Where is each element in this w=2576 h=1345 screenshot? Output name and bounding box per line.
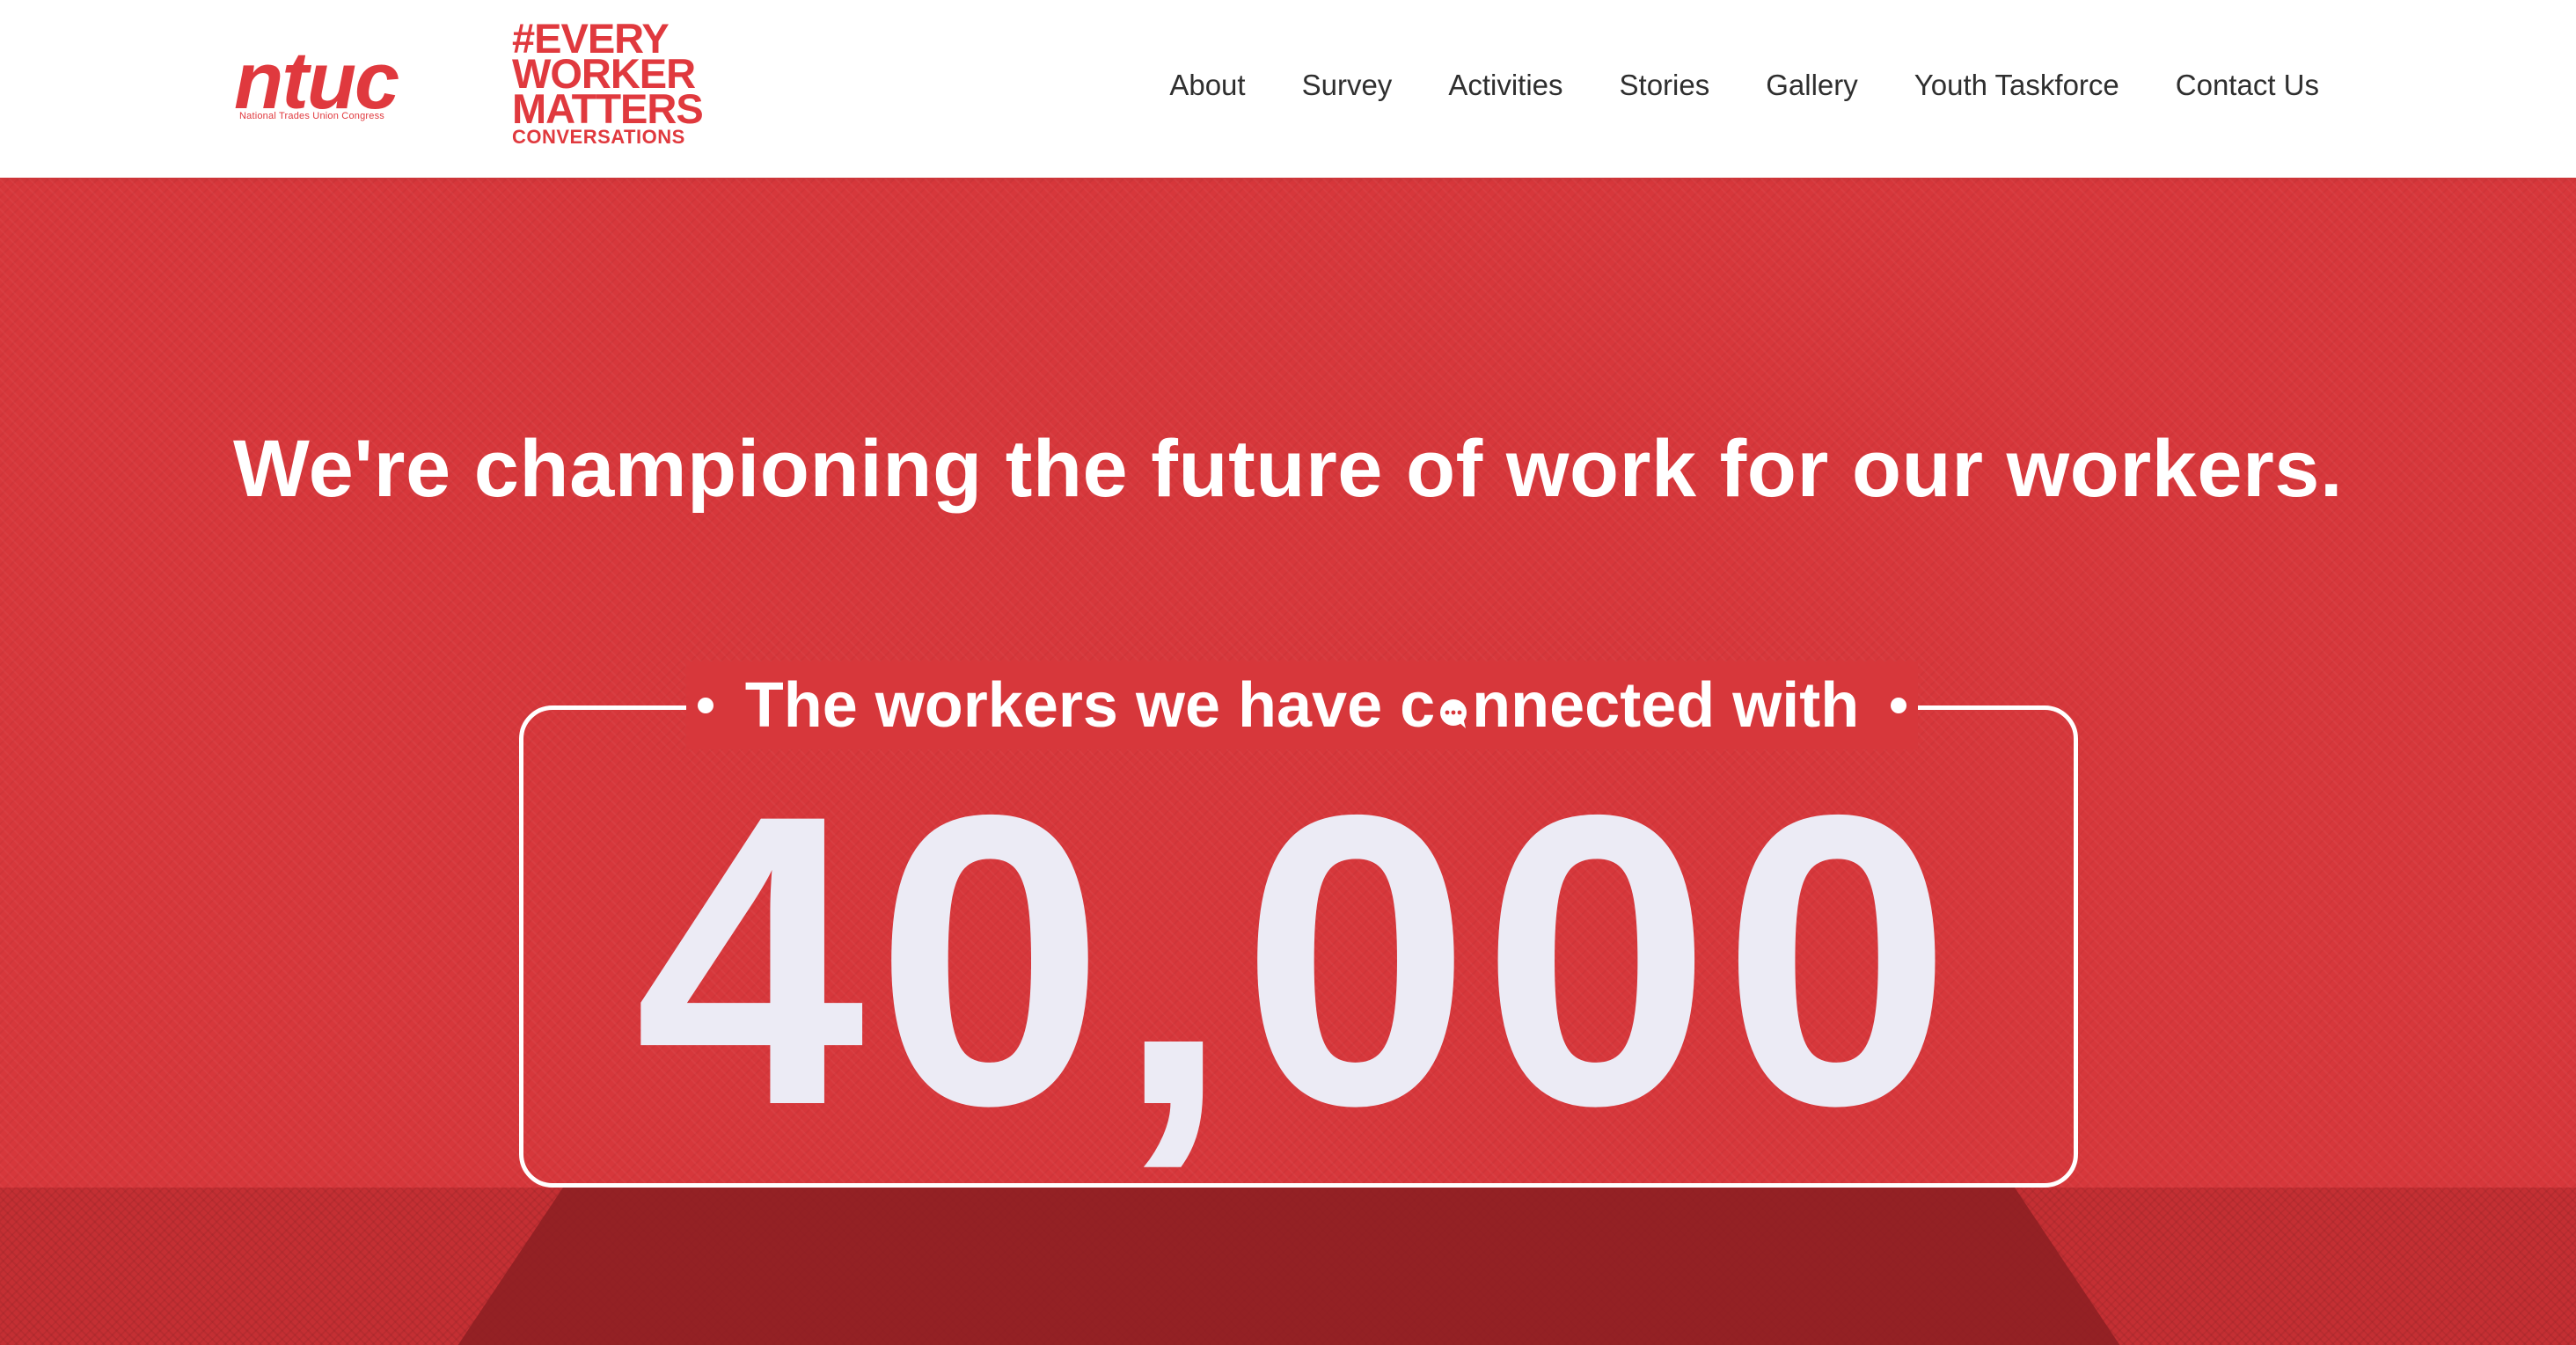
counter-reflection-shadow — [457, 1188, 2120, 1345]
ntuc-tagline: National Trades Union Congress — [239, 111, 384, 121]
main-nav: About Survey Activities Stories Gallery … — [1141, 63, 2319, 107]
nav-stories[interactable]: Stories — [1592, 63, 1738, 107]
campaign-subline: CONVERSATIONS — [512, 126, 685, 148]
nav-gallery[interactable]: Gallery — [1738, 63, 1886, 107]
chat-bubble-icon — [1437, 669, 1470, 728]
nav-youth-taskforce[interactable]: Youth Taskforce — [1886, 63, 2148, 107]
nav-about[interactable]: About — [1141, 63, 1273, 107]
caption-left-dot — [697, 698, 714, 713]
nav-survey[interactable]: Survey — [1274, 63, 1421, 107]
hero-headline: We're championing the future of work for… — [232, 423, 2344, 514]
site-header: ntuc National Trades Union Congress #EVE… — [0, 0, 2576, 178]
ntuc-wordmark: ntuc — [234, 36, 399, 126]
workers-connected-count: 40,000 — [634, 729, 1963, 1191]
nav-contact-us[interactable]: Contact Us — [2148, 63, 2319, 107]
ntuc-logo[interactable]: ntuc National Trades Union Congress — [234, 40, 436, 128]
page: ntuc National Trades Union Congress #EVE… — [0, 0, 2576, 1345]
campaign-line-3: MATTERS — [512, 85, 704, 132]
nav-activities[interactable]: Activities — [1420, 63, 1591, 107]
caption-right-dot — [1891, 698, 1907, 713]
hero-section: We're championing the future of work for… — [0, 178, 2576, 1345]
every-worker-matters-logo[interactable]: #EVERY WORKER MATTERS CONVERSATIONS — [512, 18, 714, 153]
